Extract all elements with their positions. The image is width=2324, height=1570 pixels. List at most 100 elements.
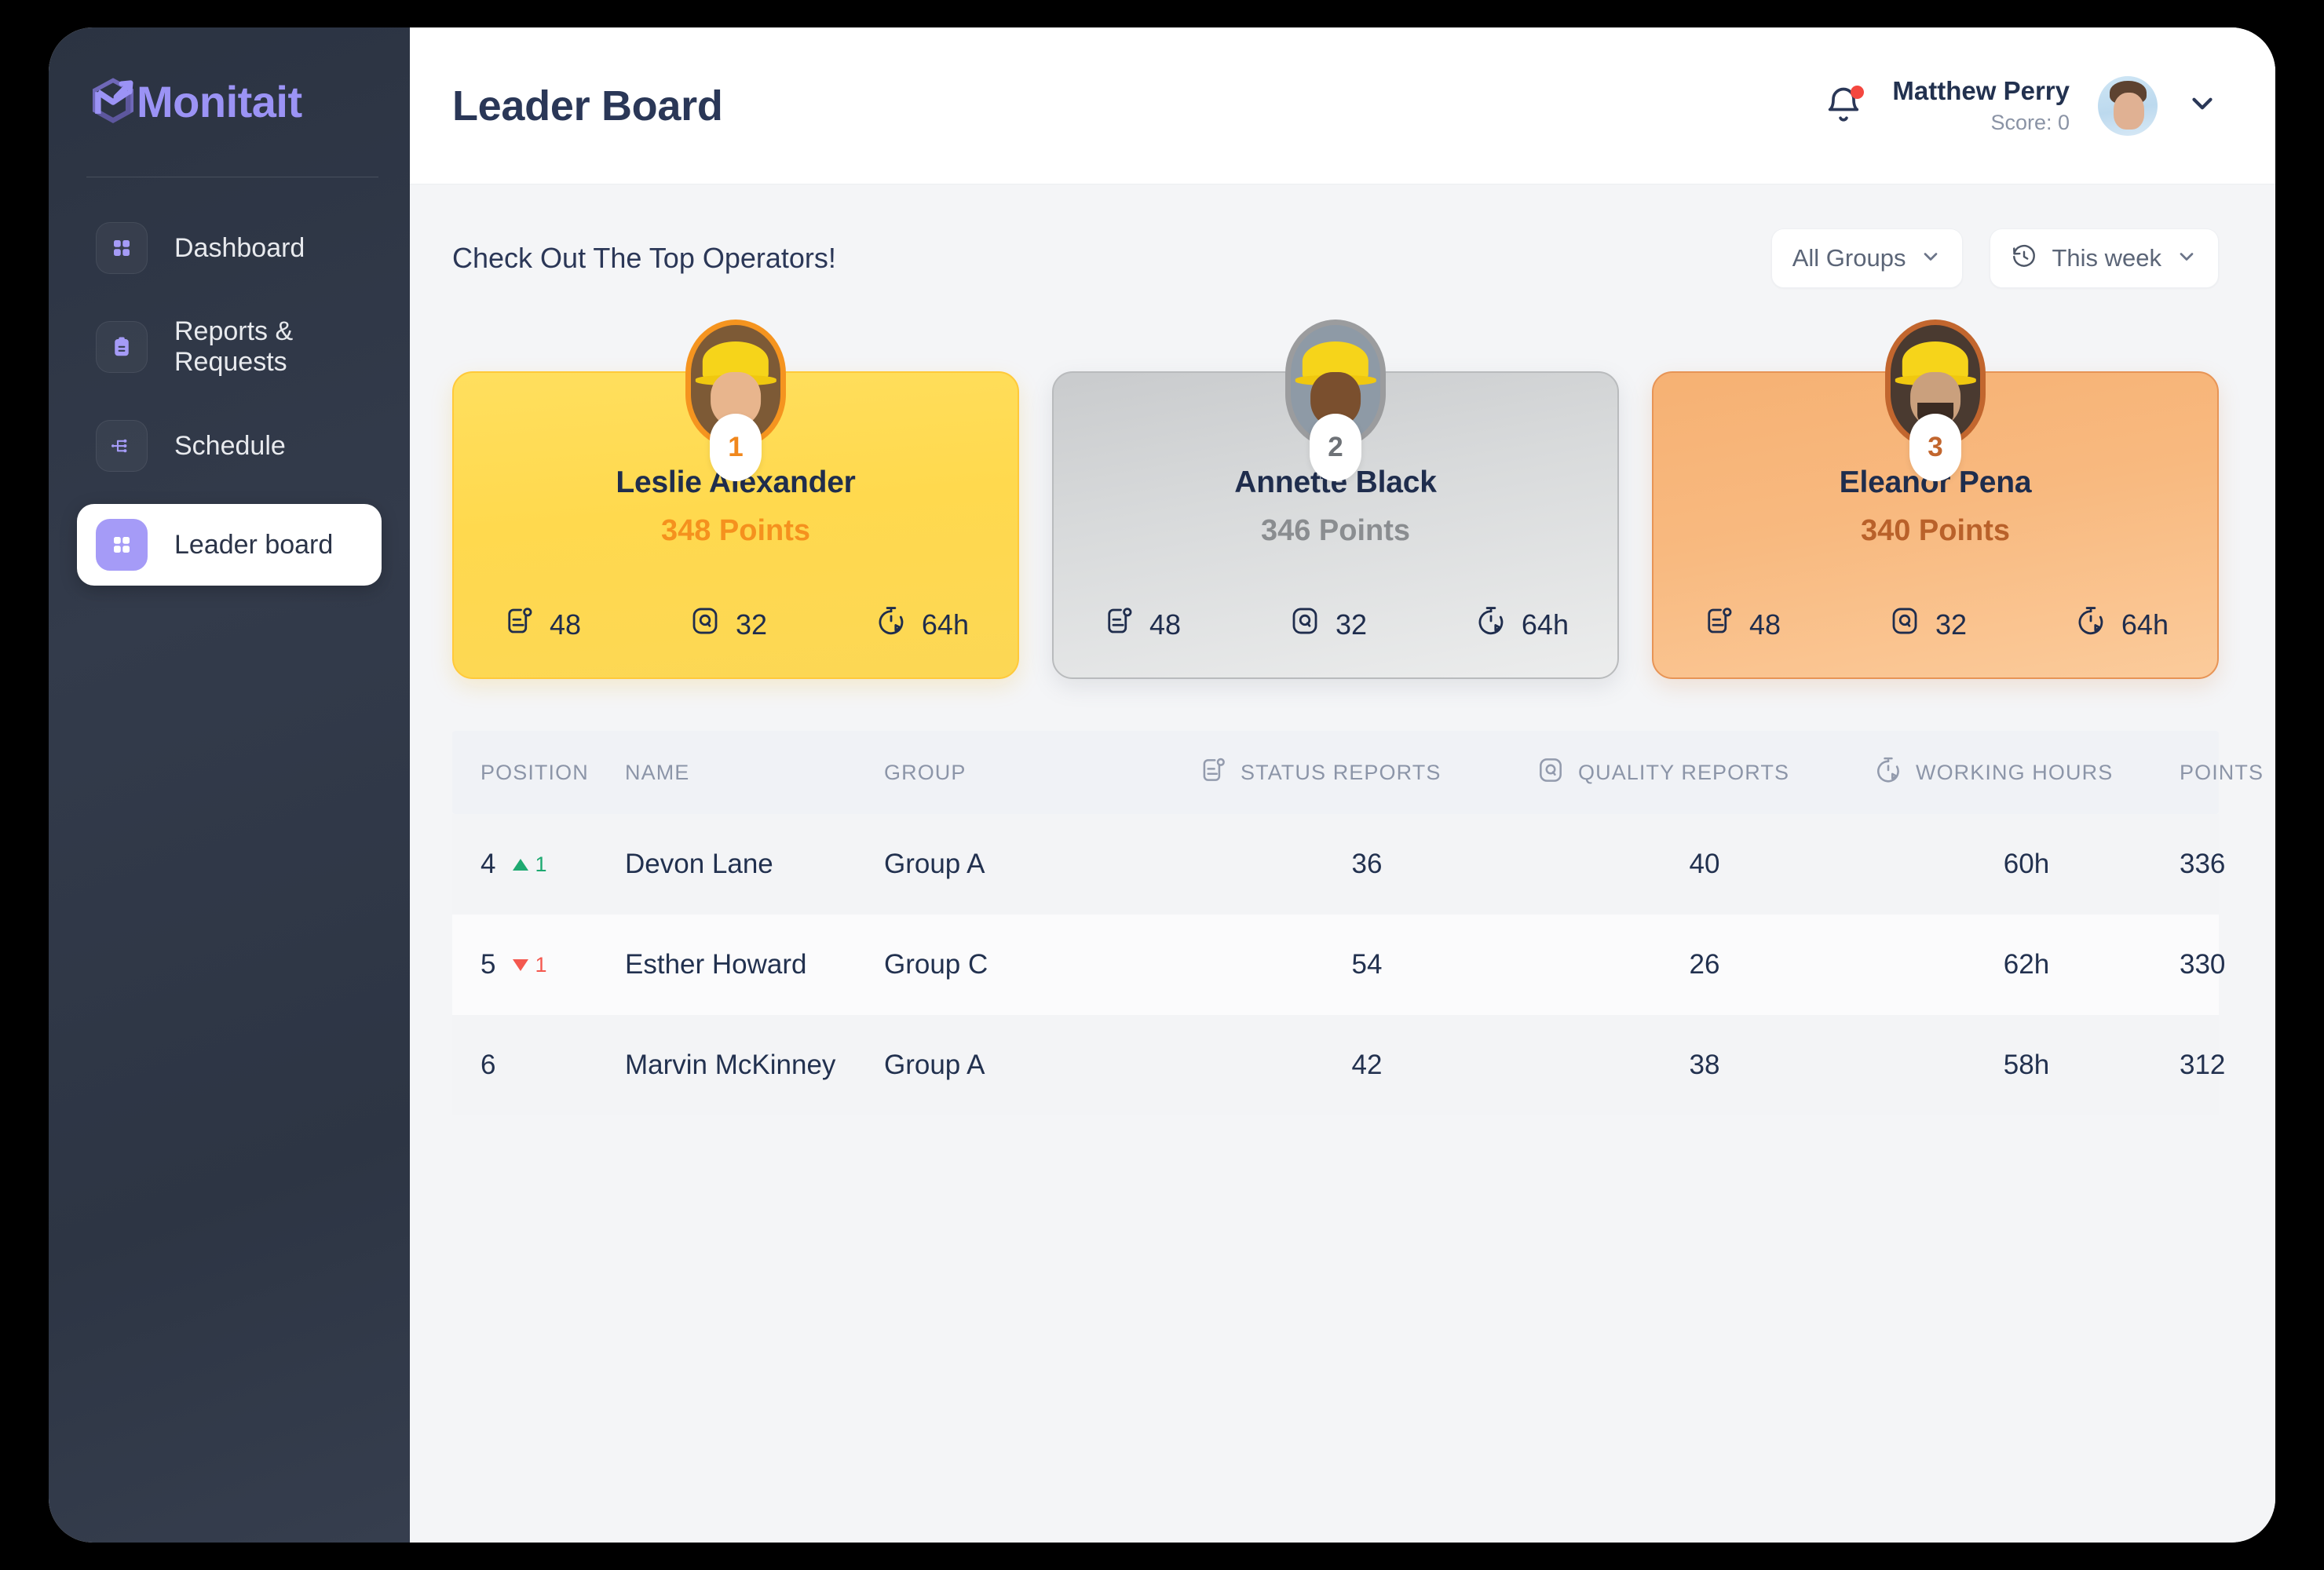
triangle-down-icon xyxy=(513,958,529,971)
position-delta-value: 1 xyxy=(535,952,547,977)
podium-card-rank-2[interactable]: 2 Annette Black 346 Points 48 32 64h xyxy=(1052,319,1619,679)
quality-reports-value: 32 xyxy=(1935,608,1967,641)
sidebar-item-leader-board[interactable]: Leader board xyxy=(77,504,382,586)
row-position-value: 5 xyxy=(481,949,496,980)
working-hours-value: 64h xyxy=(1521,608,1569,641)
sidebar-item-dashboard[interactable]: Dashboard xyxy=(77,207,382,289)
row-working-hours: 60h xyxy=(2003,849,2050,879)
row-position: 4 1 xyxy=(452,849,625,880)
chevron-down-icon xyxy=(1920,246,1942,272)
quality-report-icon xyxy=(1536,755,1566,790)
row-quality-reports: 40 xyxy=(1689,849,1720,879)
monitait-logo-icon xyxy=(86,75,140,129)
row-position: 5 1 xyxy=(452,949,625,980)
topbar-right: Matthew Perry Score: 0 xyxy=(1823,75,2219,137)
podium-stats: 48 32 64h xyxy=(1696,604,2175,644)
position-delta-down: 1 xyxy=(513,952,547,977)
working-hours-value: 64h xyxy=(921,608,969,641)
group-filter-label: All Groups xyxy=(1792,244,1906,272)
podium-stats: 48 32 64h xyxy=(1096,604,1575,644)
quality-reports-stat: 32 xyxy=(1288,604,1367,644)
sidebar-item-label: Dashboard xyxy=(174,232,305,263)
brand-logo[interactable]: Monitait xyxy=(49,27,410,177)
notification-bell-button[interactable] xyxy=(1823,84,1865,128)
top-bar: Leader Board Matthew Perry Score: 0 xyxy=(410,27,2275,184)
quality-reports-stat: 32 xyxy=(689,604,767,644)
status-report-icon xyxy=(502,604,535,644)
row-name: Marvin McKinney xyxy=(625,1050,836,1080)
row-quality-reports: 38 xyxy=(1689,1050,1720,1080)
stopwatch-icon xyxy=(1474,604,1507,644)
grid-icon xyxy=(96,222,148,274)
table-row[interactable]: 4 1 Devon Lane Group A 36 40 60h 336 xyxy=(452,814,2225,915)
row-points: 336 xyxy=(2180,849,2226,879)
position-delta-value: 1 xyxy=(535,852,547,876)
main-area: Leader Board Matthew Perry Score: 0 Chec… xyxy=(410,27,2275,1543)
sidebar-item-label: Schedule xyxy=(174,430,286,461)
podium-stats: 48 32 64h xyxy=(496,604,975,644)
row-status-reports: 36 xyxy=(1351,849,1383,879)
chevron-down-icon[interactable] xyxy=(2186,87,2219,124)
row-name: Esther Howard xyxy=(625,949,807,980)
podium-points: 348 Points xyxy=(660,514,811,547)
column-header-group: GROUP xyxy=(884,760,967,784)
sidebar-item-reports-requests[interactable]: Reports & Requests xyxy=(77,306,382,388)
working-hours-stat: 64h xyxy=(1474,604,1569,644)
brand-name: Monitait xyxy=(137,77,302,126)
time-range-filter-label: This week xyxy=(2052,244,2161,272)
group-filter-dropdown[interactable]: All Groups xyxy=(1770,228,1964,288)
status-reports-value: 48 xyxy=(550,608,582,641)
column-header-status-reports-label: STATUS REPORTS xyxy=(1241,760,1442,784)
clipboard-icon xyxy=(96,321,148,373)
row-position-value: 6 xyxy=(481,1050,496,1080)
stopwatch-icon xyxy=(1873,755,1903,790)
user-name: Matthew Perry xyxy=(1892,76,2070,105)
history-clock-icon xyxy=(2011,243,2037,274)
app-window: Monitait Dashboard Reports & Requests Sc… xyxy=(49,27,2275,1543)
sidebar: Monitait Dashboard Reports & Requests Sc… xyxy=(49,27,410,1543)
column-header-name: NAME xyxy=(625,760,690,784)
quality-reports-stat: 32 xyxy=(1888,604,1967,644)
avatar-face xyxy=(2113,92,2145,130)
sidebar-nav: Dashboard Reports & Requests Schedule Le… xyxy=(49,177,410,586)
section-title: Check Out The Top Operators! xyxy=(452,242,836,274)
podium-cards: 1 Leslie Alexander 348 Points 48 32 64h … xyxy=(452,319,2219,679)
stopwatch-icon xyxy=(875,604,908,644)
column-header-status-reports: STATUS REPORTS xyxy=(1198,755,1536,790)
table-row[interactable]: 5 1 Esther Howard Group C 54 26 62h 330 xyxy=(452,915,2225,1015)
rank-badge: 1 xyxy=(710,414,762,481)
working-hours-stat: 64h xyxy=(875,604,969,644)
table-row[interactable]: 6 Marvin McKinney Group A 42 38 58h 312 xyxy=(452,1015,2225,1115)
user-info[interactable]: Matthew Perry Score: 0 xyxy=(1892,75,2070,137)
notification-dot xyxy=(1851,85,1865,99)
position-delta-up: 1 xyxy=(513,852,547,877)
sidebar-item-label: Reports & Requests xyxy=(174,316,294,377)
column-header-points: POINTS xyxy=(2180,760,2264,784)
status-reports-value: 48 xyxy=(1149,608,1182,641)
row-group: Group C xyxy=(884,949,988,980)
status-reports-stat: 48 xyxy=(1102,604,1181,644)
avatar[interactable] xyxy=(2098,75,2158,136)
section-bar: Check Out The Top Operators! All Groups xyxy=(452,228,2219,288)
status-reports-value: 48 xyxy=(1749,608,1781,641)
sidebar-item-schedule[interactable]: Schedule xyxy=(77,405,382,487)
row-group: Group A xyxy=(884,1050,985,1080)
column-header-quality-reports: QUALITY REPORTS xyxy=(1536,755,1873,790)
sidebar-item-label: Leader board xyxy=(174,529,334,560)
row-points: 330 xyxy=(2180,949,2226,980)
page-title: Leader Board xyxy=(452,82,723,130)
row-working-hours: 58h xyxy=(2003,1050,2050,1080)
podium-points: 340 Points xyxy=(1860,514,2011,547)
row-position: 6 xyxy=(452,1050,625,1081)
status-report-icon xyxy=(1702,604,1735,644)
status-reports-stat: 48 xyxy=(502,604,581,644)
row-working-hours: 62h xyxy=(2003,949,2050,980)
quality-report-icon xyxy=(1288,604,1321,644)
podium-card-rank-3[interactable]: 3 Eleanor Pena 340 Points 48 32 64h xyxy=(1652,319,2219,679)
working-hours-value: 64h xyxy=(2121,608,2169,641)
podium-card-rank-1[interactable]: 1 Leslie Alexander 348 Points 48 32 64h xyxy=(452,319,1019,679)
column-header-working-hours-label: WORKING HOURS xyxy=(1916,760,2114,784)
time-range-filter-dropdown[interactable]: This week xyxy=(1990,228,2219,288)
leaderboard-table: POSITION NAME GROUP STATUS REPORTS QUALI… xyxy=(452,731,2263,1115)
status-report-icon xyxy=(1198,755,1228,790)
